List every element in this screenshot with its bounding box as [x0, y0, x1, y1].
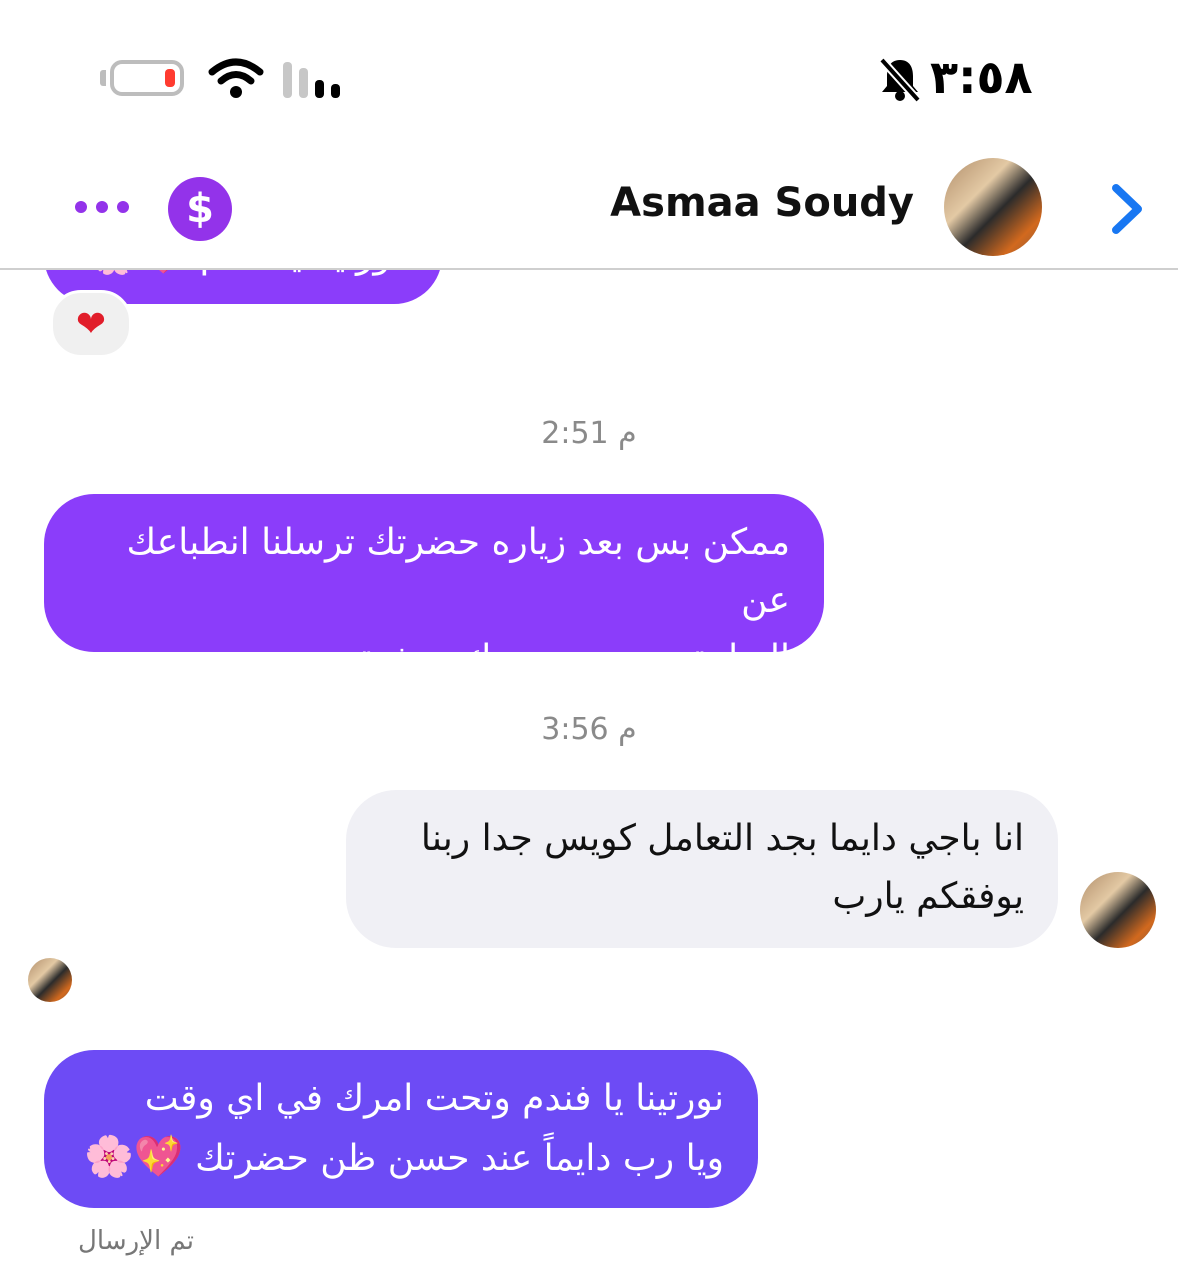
- message-line-with-emoji: ويا رب دايماً عند حسن ظن حضرتك 💖🌸: [74, 1128, 724, 1188]
- sender-avatar[interactable]: [1080, 872, 1156, 948]
- bell-muted-icon: [879, 57, 921, 102]
- dollar-icon: $: [186, 186, 214, 232]
- wifi-icon: [208, 58, 264, 98]
- message-line: يوفقكم يارب: [832, 876, 1024, 917]
- message-line: ممكن بس بعد زياره حضرتك ترسلنا انطباعك ع…: [126, 522, 790, 621]
- message-bubble-outgoing[interactable]: ممكن بس بعد زياره حضرتك ترسلنا انطباعك ع…: [44, 494, 824, 679]
- battery-level: [165, 69, 175, 87]
- chat-header: $ Asmaa Soudy: [0, 150, 1178, 270]
- contact-name[interactable]: Asmaa Soudy: [610, 180, 914, 226]
- status-bar: ٣:٥٨: [0, 0, 1178, 150]
- sent-status: تم الإرسال: [78, 1226, 195, 1256]
- heart-reaction-icon[interactable]: ❤: [50, 290, 132, 358]
- timestamp: 3:56 م: [541, 712, 637, 747]
- back-chevron-icon[interactable]: [1106, 182, 1146, 236]
- message-bubble-incoming[interactable]: انا باجي دايما بجد التعامل كويس جدا ربنا…: [346, 790, 1058, 948]
- message-line: الزيارة هنتعب حضرتك معذرة: [358, 638, 790, 679]
- read-receipt-avatar: [28, 958, 72, 1002]
- battery-icon: [110, 60, 184, 96]
- message-line: انا باجي دايما بجد التعامل كويس جدا ربنا: [420, 818, 1024, 859]
- payment-button[interactable]: $: [168, 177, 232, 241]
- message-line: ويا رب دايماً عند حسن ظن حضرتك: [195, 1138, 724, 1179]
- heart-flower-emoji: 💖🌸: [89, 268, 189, 284]
- message-bubble-outgoing[interactable]: نورتينا يا فندم وتحت امرك في اي وقت ويا …: [44, 1050, 758, 1208]
- more-options-icon[interactable]: [74, 200, 130, 214]
- heart-flower-emoji: 💖🌸: [84, 1134, 184, 1180]
- signal-icon: [283, 62, 340, 98]
- battery-cap: [100, 70, 106, 86]
- message-line: نورتينا يا فندم وتحت امرك في اي وقت: [144, 1078, 724, 1119]
- timestamp: 2:51 م: [541, 416, 637, 451]
- message-list[interactable]: نورتينا يا فندم 💖🌸 ❤ 2:51 م ممكن بس بعد …: [0, 268, 1178, 1280]
- status-time: ٣:٥٨: [930, 50, 1033, 104]
- contact-avatar[interactable]: [944, 158, 1042, 256]
